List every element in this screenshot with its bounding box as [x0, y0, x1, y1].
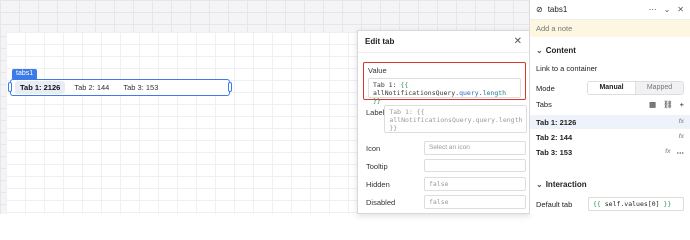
mode-row: Mode Manual Mapped [530, 81, 690, 95]
link-container-label: Link to a container [536, 64, 598, 73]
value-label: Value [368, 66, 387, 75]
hidden-field-label: Hidden [366, 180, 390, 189]
fx-icon: fx [678, 119, 684, 125]
resize-handle-right[interactable] [228, 82, 232, 92]
add-note[interactable]: Add a note [530, 20, 690, 37]
link-icon[interactable]: ⛓ [663, 100, 673, 109]
disabled-field-label: Disabled [366, 198, 396, 207]
component-tag[interactable]: tabs1 [12, 69, 38, 79]
chevron-down-icon: ⌄ [536, 46, 543, 55]
default-tab-input[interactable]: {{ self.values[0] }} [588, 197, 684, 211]
label-input[interactable]: Tab 1: {{ allNotificationsQuery.query.le… [384, 105, 528, 133]
tooltip-input[interactable] [424, 159, 526, 172]
fx-icon: fx [665, 149, 671, 155]
mode-toggle[interactable]: Manual Mapped [587, 81, 684, 95]
edit-tab-popover: Edit tab ✕ Value Tab 1: {{allNotificatio… [357, 30, 530, 214]
tabs-list: Tab 1: 2126 fx Tab 2: 144 fx Tab 3: 153 … [530, 114, 690, 159]
label-field-row: Label Tab 1: {{ allNotificationsQuery.qu… [366, 105, 528, 133]
hidden-input[interactable]: false [424, 177, 526, 191]
tabs-list-header: Tabs ▦ ⛓ + [530, 100, 690, 109]
interaction-section-header[interactable]: ⌄ Interaction [530, 180, 593, 189]
mode-label: Mode [536, 83, 555, 93]
mode-mapped[interactable]: Mapped [636, 82, 683, 94]
grid-icon[interactable]: ▦ [649, 100, 656, 109]
tooltip-field-label: Tooltip [366, 162, 388, 171]
icon-select[interactable]: Select an icon [424, 141, 526, 155]
tab-item[interactable]: Tab 2: 144 fx [530, 129, 690, 144]
disabled-input[interactable]: false [424, 195, 526, 209]
disabled-field-row: Disabled false [366, 195, 526, 209]
chevron-down-icon: ⌄ [536, 180, 543, 189]
inspector-header: ⊘ tabs1 ⋯ ⌄ ✕ [530, 0, 690, 20]
fx-icon: fx [678, 134, 684, 140]
link-container-row[interactable]: Link to a container [530, 64, 690, 73]
mode-manual[interactable]: Manual [588, 82, 636, 94]
more-icon[interactable]: ⋯ [649, 5, 657, 14]
canvas-tab-2[interactable]: Tab 2: 144 [69, 81, 114, 94]
content-section-header[interactable]: ⌄ Content [530, 46, 582, 55]
default-tab-label: Default tab [536, 199, 573, 209]
canvas-tab-3[interactable]: Tab 3: 153 [118, 81, 163, 94]
hidden-field-row: Hidden false [366, 177, 526, 191]
more-icon[interactable]: ⋯ [677, 148, 685, 157]
tabs-component[interactable]: Tab 1: 2126 Tab 2: 144 Tab 3: 153 [10, 79, 230, 96]
resize-handle-left[interactable] [8, 82, 12, 92]
default-tab-row: Default tab {{ self.values[0] }} [530, 197, 690, 211]
add-icon[interactable]: + [680, 100, 684, 109]
popover-title: Edit tab [365, 37, 395, 46]
close-icon[interactable]: ✕ [677, 5, 684, 14]
close-icon[interactable]: ✕ [514, 36, 522, 47]
collapse-icon[interactable]: ⌄ [664, 5, 671, 14]
label-field-label: Label [366, 108, 385, 117]
canvas-tab-1[interactable]: Tab 1: 2126 [15, 81, 66, 94]
inspector-panel: ⊘ tabs1 ⋯ ⌄ ✕ Add a note ⌄ Content Link t… [530, 0, 690, 214]
tab-item[interactable]: Tab 3: 153 fx ⋯ [530, 144, 690, 159]
icon-field-row: Icon Select an icon [366, 141, 526, 155]
tabs-list-label: Tabs [536, 100, 552, 109]
tab-item[interactable]: Tab 1: 2126 fx [530, 114, 690, 129]
icon-field-label: Icon [366, 144, 381, 153]
value-input[interactable]: Tab 1: {{allNotificationsQuery.query.len… [368, 78, 521, 105]
tooltip-field-row: Tooltip [366, 159, 526, 172]
component-name[interactable]: tabs1 [548, 5, 642, 14]
component-type-icon: ⊘ [536, 5, 543, 14]
value-field-group: Value Tab 1: {{allNotificationsQuery.que… [363, 62, 526, 105]
